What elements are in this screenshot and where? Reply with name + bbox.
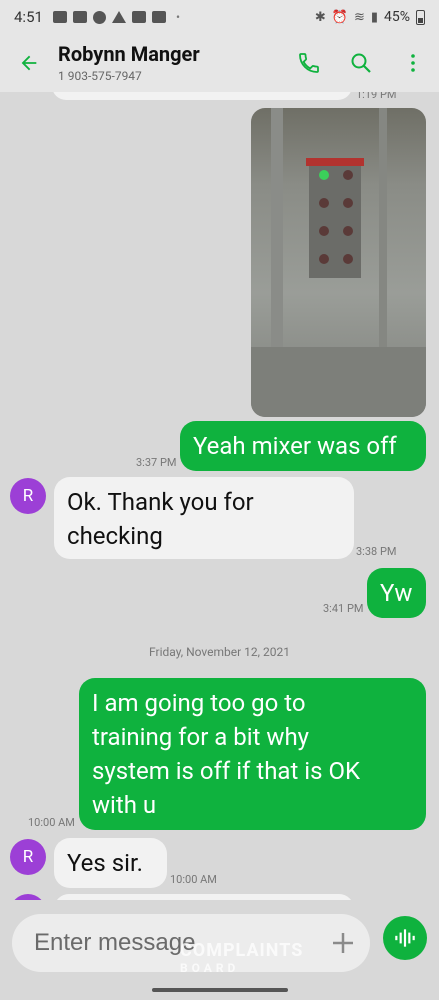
- youtube-icon: [52, 11, 67, 23]
- avatar[interactable]: R: [10, 839, 46, 875]
- app-icon-2: [151, 11, 166, 23]
- add-attachment-icon[interactable]: [328, 928, 358, 958]
- phone-icon: [299, 53, 319, 73]
- alarm-icon: ⏰: [331, 9, 348, 25]
- contact-phone: 1 903-575-7947: [58, 69, 142, 83]
- waveform-icon: [395, 929, 415, 947]
- signal-icon: ▮: [370, 9, 378, 25]
- wifi-icon: ≋: [353, 9, 365, 25]
- message-timestamp: 1:19 PM: [356, 92, 397, 101]
- message-timestamp: 3:37 PM: [136, 456, 177, 469]
- battery-percent: 45%: [384, 9, 410, 25]
- watermark-logo: COMPLAINTS BOARD: [180, 940, 303, 975]
- messenger-icon: [92, 10, 106, 24]
- message-composer: Enter message COMPLAINTS BOARD: [0, 900, 439, 1000]
- conversation-header: Robynn Manger 1 903-575-7947: [0, 34, 439, 92]
- back-arrow-icon: [21, 55, 37, 71]
- message-timestamp: 3:41 PM: [323, 602, 364, 615]
- message-bubble-outgoing[interactable]: I am going too go to training for a bit …: [79, 678, 426, 830]
- message-bubble-incoming[interactable]: Ok. Thank you for checking: [54, 477, 354, 559]
- battery-icon: [416, 9, 425, 25]
- message-timestamp: 10:00 AM: [170, 873, 217, 886]
- app-icon: [131, 11, 146, 23]
- photo-detail: [319, 170, 329, 180]
- watermark-line: BOARD: [180, 961, 240, 975]
- photo-detail: [309, 166, 361, 278]
- photo-detail: [343, 198, 353, 208]
- search-button[interactable]: [335, 37, 387, 89]
- message-timestamp: 3:38 PM: [356, 545, 397, 558]
- message-bubble-outgoing[interactable]: Yeah mixer was off: [180, 421, 426, 471]
- photo-detail: [306, 158, 364, 166]
- image-icon: [72, 11, 87, 23]
- message-timestamp: 10:00 AM: [28, 816, 75, 829]
- message-line: training for a bit why: [92, 723, 310, 751]
- call-button[interactable]: [283, 37, 335, 89]
- photo-detail: [343, 226, 353, 236]
- photo-detail: [319, 198, 329, 208]
- more-notifications-icon: •: [175, 10, 180, 24]
- more-options-button[interactable]: [387, 37, 439, 89]
- back-button[interactable]: [0, 34, 58, 92]
- partial-message-bubble: [52, 92, 352, 100]
- contact-name: Robynn Manger: [58, 42, 200, 66]
- date-separator: Friday, November 12, 2021: [149, 645, 290, 659]
- photo-detail: [251, 347, 426, 417]
- avatar[interactable]: R: [10, 478, 46, 514]
- message-bubble-outgoing[interactable]: Yw: [367, 568, 426, 618]
- watermark-line: COMPLAINTS: [180, 940, 304, 961]
- message-line: Ok. Thank you for: [67, 488, 254, 516]
- message-thread[interactable]: 1:19 PM Yeah mixer was off 3:37 PM R Ok.…: [0, 92, 439, 900]
- message-bubble-incoming[interactable]: Yes sir.: [54, 838, 167, 888]
- warning-icon: [111, 11, 126, 23]
- message-line: with u: [92, 791, 157, 819]
- status-bar: 4:51 • ✱ ⏰ ≋ ▮ 45%: [0, 0, 439, 34]
- more-vert-icon: [411, 54, 415, 72]
- voice-message-button[interactable]: [383, 916, 427, 960]
- photo-detail: [343, 254, 353, 264]
- message-line: system is off if that is OK: [92, 757, 361, 785]
- status-time: 4:51: [14, 8, 43, 26]
- message-line: checking: [67, 522, 163, 550]
- bluetooth-icon: ✱: [314, 9, 326, 25]
- image-attachment[interactable]: [251, 108, 426, 417]
- home-indicator[interactable]: [152, 988, 288, 992]
- search-icon: [351, 53, 371, 73]
- photo-detail: [319, 254, 329, 264]
- photo-detail: [319, 226, 329, 236]
- message-line: I am going too go to: [92, 689, 306, 717]
- photo-detail: [343, 170, 353, 180]
